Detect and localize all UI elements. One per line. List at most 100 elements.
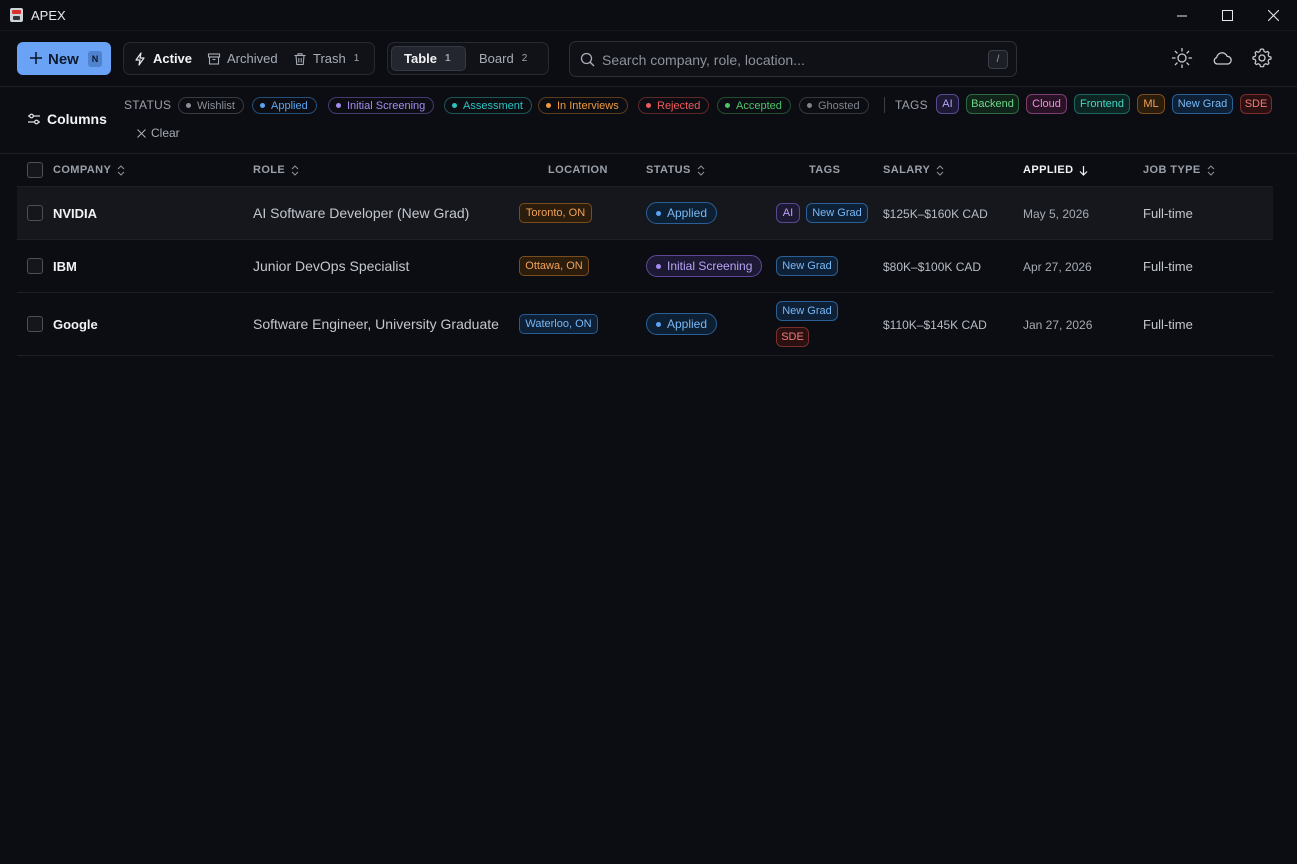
clear-label: Clear (151, 126, 180, 140)
trash-icon (294, 52, 306, 65)
tab-table[interactable]: Table 1 (391, 46, 466, 71)
view-switcher: Active Archived Trash 1 (123, 42, 375, 75)
status-chip-initial-screening[interactable]: Initial Screening (328, 97, 435, 114)
column-header-status[interactable]: STATUS (646, 164, 705, 176)
tab-active[interactable]: Active (133, 46, 203, 71)
company-name: NVIDIA (53, 206, 98, 221)
tab-trash[interactable]: Trash 1 (293, 46, 373, 71)
tag-badge: New Grad (776, 301, 838, 321)
tag-badge: New Grad (776, 256, 838, 276)
sort-icon (697, 164, 705, 176)
row-checkbox[interactable] (27, 205, 43, 221)
applied-date: Apr 27, 2026 (1023, 260, 1092, 274)
job-type: Full-time (1143, 206, 1193, 221)
search-icon (580, 52, 595, 67)
maximize-icon (1221, 10, 1233, 21)
tag-badge: SDE (776, 327, 809, 347)
column-header-role[interactable]: ROLE (253, 164, 299, 176)
tab-active-label: Active (153, 51, 193, 66)
row-checkbox[interactable] (27, 316, 43, 332)
location-badge: Waterloo, ON (519, 314, 598, 334)
role-title: AI Software Developer (New Grad) (253, 205, 470, 221)
column-header-salary[interactable]: SALARY (883, 164, 944, 176)
location-badge: Toronto, ON (519, 203, 592, 223)
sort-icon (291, 164, 299, 176)
trash-count: 1 (353, 53, 360, 64)
search-placeholder: Search company, role, location... (602, 52, 805, 68)
table-count: 1 (445, 53, 451, 64)
column-header-job-type[interactable]: JOB TYPE (1143, 164, 1215, 176)
tab-board-label: Board (479, 51, 514, 66)
tags-filter-label: TAGS (895, 98, 928, 112)
salary-text: $125K–$160K CAD (883, 207, 988, 221)
status-chip-accepted[interactable]: Accepted (717, 97, 791, 114)
status-badge[interactable]: Applied (646, 202, 718, 224)
columns-label: Columns (47, 111, 107, 127)
sort-icon (936, 164, 944, 176)
status-badge[interactable]: Initial Screening (646, 255, 763, 277)
sort-icon (1207, 164, 1214, 176)
status-chip-rejected[interactable]: Rejected (638, 97, 710, 114)
sun-icon (1171, 47, 1193, 69)
column-header-company[interactable]: COMPANY (53, 164, 125, 176)
role-title: Software Engineer, University Graduate (253, 316, 499, 332)
maximize-button[interactable] (1204, 0, 1250, 31)
x-icon (137, 128, 146, 138)
column-header-tags: TAGS (809, 164, 841, 176)
table-row[interactable]: NVIDIA AI Software Developer (New Grad) … (17, 187, 1273, 240)
window-title: APEX (31, 8, 66, 23)
title-bar: APEX (0, 0, 1297, 31)
minimize-button[interactable] (1159, 0, 1205, 31)
select-all-checkbox[interactable] (27, 162, 43, 178)
tag-filter-ml[interactable]: ML (1137, 94, 1165, 114)
cloud-sync-button[interactable] (1211, 47, 1233, 69)
company-name: Google (53, 317, 98, 332)
close-button[interactable] (1250, 0, 1296, 31)
column-header-location: LOCATION (548, 164, 608, 176)
tab-board[interactable]: Board 2 (468, 46, 538, 71)
columns-button[interactable]: Columns (27, 111, 107, 127)
search-shortcut-badge: / (988, 50, 1008, 69)
job-type: Full-time (1143, 259, 1193, 274)
tag-badge: New Grad (806, 203, 868, 223)
tag-filter-ai[interactable]: AI (936, 94, 959, 114)
job-type: Full-time (1143, 317, 1193, 332)
table-row[interactable]: IBM Junior DevOps Specialist Ottawa, ON … (17, 240, 1273, 293)
status-chip-assessment[interactable]: Assessment (444, 97, 532, 114)
applied-date: Jan 27, 2026 (1023, 318, 1093, 332)
status-chip-wishlist[interactable]: Wishlist (178, 97, 244, 114)
new-button[interactable]: New N (17, 42, 111, 75)
table-header: COMPANY ROLE LOCATION STATUS TAGS SALARY… (17, 155, 1273, 187)
new-shortcut-badge: N (88, 51, 102, 67)
tab-archived[interactable]: Archived (207, 46, 287, 71)
tag-filter-cloud[interactable]: Cloud (1026, 94, 1067, 114)
new-button-label: New (48, 51, 79, 68)
tab-trash-label: Trash (313, 51, 346, 66)
settings-button[interactable] (1251, 47, 1273, 69)
tag-filter-new-grad[interactable]: New Grad (1172, 94, 1233, 114)
filter-bar: Columns STATUS Wishlist Applied Initial … (0, 88, 1297, 154)
row-checkbox[interactable] (27, 258, 43, 274)
role-title: Junior DevOps Specialist (253, 258, 410, 274)
tag-badge: AI (776, 203, 800, 223)
filter-divider (884, 97, 885, 113)
sort-icon (117, 164, 125, 176)
status-chip-applied[interactable]: Applied (252, 97, 317, 114)
app-icon (10, 8, 23, 22)
table-row[interactable]: Google Software Engineer, University Gra… (17, 293, 1273, 356)
minimize-icon (1177, 15, 1187, 16)
theme-toggle-button[interactable] (1171, 47, 1193, 69)
search-input[interactable]: Search company, role, location... / (569, 41, 1017, 77)
status-chip-in-interviews[interactable]: In Interviews (538, 97, 628, 114)
status-chip-ghosted[interactable]: Ghosted (799, 97, 869, 114)
column-header-applied[interactable]: APPLIED (1023, 164, 1088, 176)
status-badge[interactable]: Applied (646, 313, 718, 335)
clear-filters-button[interactable]: Clear (137, 126, 180, 140)
tag-filter-backend[interactable]: Backend (966, 94, 1019, 114)
applied-date: May 5, 2026 (1023, 207, 1090, 221)
archive-icon (207, 52, 221, 65)
tag-filter-sde[interactable]: SDE (1240, 94, 1272, 114)
bolt-icon (135, 51, 145, 66)
tag-filter-frontend[interactable]: Frontend (1074, 94, 1130, 114)
board-count: 2 (521, 53, 528, 64)
